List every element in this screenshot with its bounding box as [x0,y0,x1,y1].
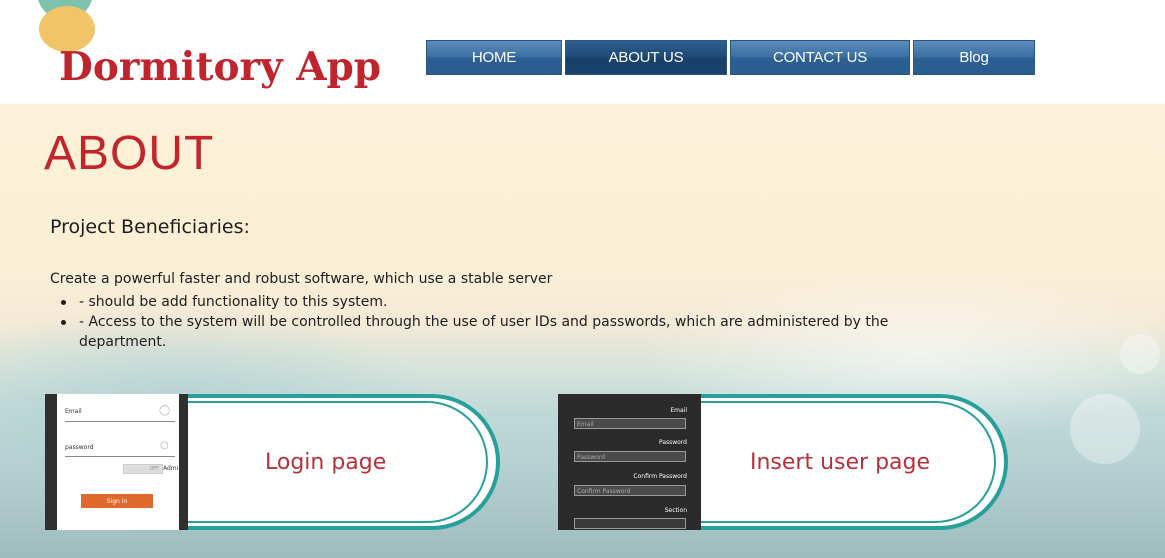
user-icon: ◯ [159,405,171,416]
about-banner: ABOUT Project Beneficiaries: Create a po… [0,104,1165,558]
list-item-text: department. [79,334,167,350]
list-item-text: - should be add functionality to this sy… [79,294,388,310]
admin-label: Admin [163,465,183,472]
password-label: Password [658,439,687,446]
nav-contact-us[interactable]: CONTACT US [730,40,910,75]
confirm-password-label: Confirm Password [633,473,687,480]
card-label: Insert user page [750,450,931,475]
admin-toggle: OFF [123,464,163,474]
nav-about-us[interactable]: ABOUT US [565,40,727,75]
login-page-card[interactable]: Email ◯ password ○ OFF Admin Sign in Log… [45,392,500,532]
section-subheading: Project Beneficiaries: [50,216,250,238]
logo[interactable]: Dormitory App [59,44,381,90]
login-screenshot-thumbnail: Email ◯ password ○ OFF Admin Sign in [45,394,188,530]
page-title: ABOUT [44,127,215,180]
insert-user-page-card[interactable]: Email Email Password Password Confirm Pa… [558,392,1008,532]
bokeh-light [1120,334,1160,374]
lock-icon: ○ [160,440,169,451]
password-label: password [65,444,94,451]
bullet-icon [61,300,66,305]
list-item: - should be add functionality to this sy… [59,292,989,312]
toggle-text: OFF [149,466,159,472]
header: Dormitory App HOME ABOUT US CONTACT US B… [0,0,1165,104]
list-item-text: - Access to the system will be controlle… [79,314,889,330]
bullet-icon [61,320,66,325]
login-form-preview: Email ◯ password ○ OFF Admin Sign in [57,394,183,530]
section-label: Section [664,507,687,514]
nav-blog[interactable]: Blog [913,40,1035,75]
beneficiaries-list: - should be add functionality to this sy… [59,292,989,352]
insert-user-screenshot-thumbnail: Email Email Password Password Confirm Pa… [558,394,701,530]
card-label: Login page [265,450,387,475]
intro-text: Create a powerful faster and robust soft… [50,271,553,287]
sign-in-button: Sign in [81,494,153,508]
nav-home[interactable]: HOME [426,40,562,75]
email-input-preview: Email [574,418,686,429]
list-item: - Access to the system will be controlle… [59,312,989,352]
password-field-line [65,456,175,457]
email-field-line [65,421,175,422]
section-select-preview [574,518,686,529]
password-input-preview: Password [574,451,686,462]
bokeh-light [1070,394,1140,464]
email-label: Email [670,407,687,414]
confirm-password-input-preview: Confirm Password [574,485,686,496]
email-label: Email [65,408,82,415]
main-nav: HOME ABOUT US CONTACT US Blog [426,40,1035,75]
